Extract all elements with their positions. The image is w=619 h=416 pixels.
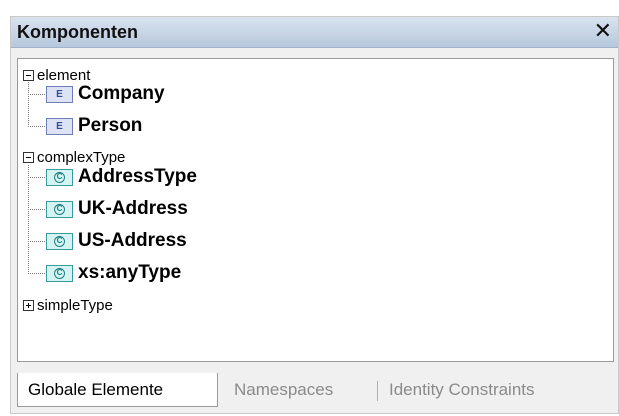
tree-item-label: xs:anyType — [78, 262, 182, 283]
complex-type-icon: C — [46, 264, 73, 282]
components-panel: Komponenten ✕ element E Company E Person… — [10, 16, 619, 414]
element-icon: E — [46, 117, 73, 135]
tab-globale-elemente[interactable]: Globale Elemente — [17, 373, 218, 407]
components-tree: element E Company E Person complexType C… — [17, 58, 614, 362]
complex-type-icon: C — [46, 232, 73, 250]
tree-item-label: Person — [78, 115, 143, 136]
tree-group-simpletype[interactable]: simpleType — [23, 291, 113, 319]
panel-title: Komponenten — [17, 22, 138, 42]
tree-item-us-address[interactable]: C US-Address — [46, 227, 187, 255]
tree-item-label: AddressType — [78, 166, 197, 187]
tree-item-company[interactable]: E Company — [46, 80, 165, 108]
tree-item-xs-anytype[interactable]: C xs:anyType — [46, 259, 181, 287]
tab-separator — [377, 381, 378, 401]
tab-namespaces[interactable]: Namespaces — [234, 373, 333, 407]
complex-type-icon: C — [46, 168, 73, 186]
collapse-icon[interactable] — [23, 69, 34, 81]
panel-title-bar: Komponenten ✕ — [11, 17, 618, 48]
tree-item-label: UK-Address — [78, 198, 188, 219]
tab-bar: Globale Elemente Namespaces Identity Con… — [17, 373, 618, 413]
collapse-icon[interactable] — [23, 151, 34, 163]
tab-identity-constraints[interactable]: Identity Constraints — [389, 373, 535, 407]
element-icon: E — [46, 85, 73, 103]
tree-item-person[interactable]: E Person — [46, 112, 142, 140]
tree-item-addresstype[interactable]: C AddressType — [46, 163, 197, 191]
tree-item-uk-address[interactable]: C UK-Address — [46, 195, 188, 223]
complex-type-icon: C — [46, 200, 73, 218]
tree-item-label: US-Address — [78, 230, 187, 251]
expand-icon[interactable] — [23, 299, 34, 311]
tree-group-label: simpleType — [37, 296, 113, 314]
close-icon[interactable]: ✕ — [594, 19, 612, 43]
tree-item-label: Company — [78, 83, 165, 104]
